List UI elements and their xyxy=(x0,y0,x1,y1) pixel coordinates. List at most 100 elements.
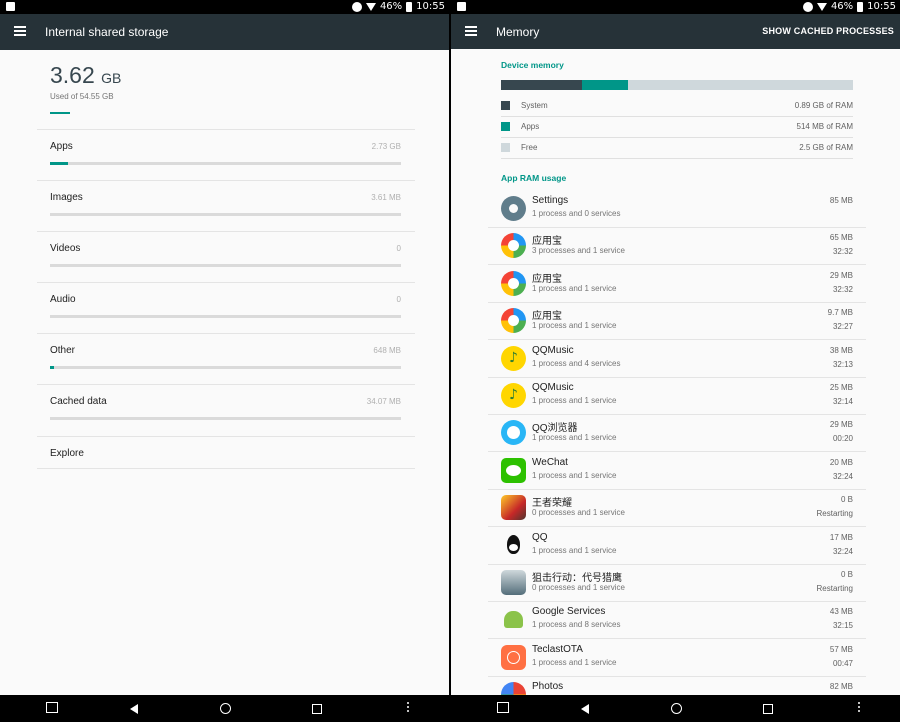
category-progress-bar xyxy=(50,366,401,369)
page-title: Memory xyxy=(496,25,540,39)
app-name: QQMusic xyxy=(532,344,574,356)
storage-category-other[interactable]: Other 648 MB xyxy=(37,333,415,384)
app-time: 00:47 xyxy=(832,658,853,668)
dnd-icon xyxy=(351,1,362,12)
qqmusic-icon: ♪ xyxy=(501,345,526,371)
app-ram-row[interactable]: 应用宝 1 process and 1 service 29 MB 32:32 xyxy=(488,266,866,303)
used-value: 3.62 xyxy=(50,62,95,88)
menu-icon[interactable] xyxy=(14,26,26,36)
more-icon[interactable] xyxy=(401,702,415,715)
app-processes: 1 process and 1 service xyxy=(532,433,617,443)
app-ram-row[interactable]: 狙击行动：代号猎鹰 0 processes and 1 service 0 B Res… xyxy=(488,565,866,602)
category-progress-fill xyxy=(50,366,54,369)
app-ram-row[interactable]: 王者荣耀 0 processes and 1 service 0 B Restarti… xyxy=(488,490,866,528)
used-of-total: Used of 54.55 GB xyxy=(50,92,114,101)
app-ram-row[interactable]: QQ浏览器 1 process and 1 service 29 MB 00:20 xyxy=(488,415,866,453)
explore-item[interactable]: Explore xyxy=(37,436,415,469)
back-icon[interactable] xyxy=(130,704,138,714)
app-memory: 29 MB xyxy=(829,270,853,280)
screenshot-icon[interactable] xyxy=(46,702,58,713)
app-ram-row[interactable]: WeChat 1 process and 1 service 20 MB 32:24 xyxy=(488,453,866,490)
legend-label: Apps xyxy=(521,122,540,131)
storage-category-audio[interactable]: Audio 0 xyxy=(37,282,415,333)
qqbrowser-icon xyxy=(501,420,526,446)
used-unit: GB xyxy=(101,70,122,86)
app-time: 32:24 xyxy=(832,471,853,481)
clock: 10:55 xyxy=(867,1,896,12)
home-icon[interactable] xyxy=(220,703,231,714)
app-time: 32:32 xyxy=(832,247,853,257)
screenshot-icon[interactable] xyxy=(497,702,509,713)
home-icon[interactable] xyxy=(671,703,682,714)
wifi-icon xyxy=(816,2,827,11)
category-size: 648 MB xyxy=(373,346,401,355)
wechat-icon xyxy=(501,457,526,483)
settings-icon xyxy=(501,196,526,221)
storage-category-apps[interactable]: Apps 2.73 GB xyxy=(37,129,415,180)
battery-icon xyxy=(857,1,864,12)
app-memory: 29 MB xyxy=(829,420,853,430)
category-label: Audio xyxy=(50,294,76,305)
app-name: TeclastOTA xyxy=(532,643,583,655)
category-label: Images xyxy=(50,192,83,203)
memory-usage-bar xyxy=(501,80,853,90)
storage-category-images[interactable]: Images 3.61 MB xyxy=(37,180,415,231)
category-label: Videos xyxy=(50,243,81,254)
app-ram-row[interactable]: ♪ QQMusic 1 process and 1 service 25 MB 32:1… xyxy=(488,378,866,415)
storage-screen: 46% 10:55 Internal shared storage 3.62 G… xyxy=(0,0,449,722)
memory-legend-free: Free 2.5 GB of RAM xyxy=(501,138,853,159)
legend-value: 0.89 GB of RAM xyxy=(794,101,853,110)
explore-label: Explore xyxy=(50,448,84,459)
app-ram-row[interactable]: Settings 1 process and 0 services 85 MB xyxy=(488,191,866,228)
app-ram-row[interactable]: Google Services 1 process and 8 services 4… xyxy=(488,602,866,640)
device-memory-heading: Device memory xyxy=(501,60,564,70)
app-processes: 3 processes and 1 service xyxy=(532,246,625,256)
app-time: 32:15 xyxy=(832,621,853,631)
menu-icon[interactable] xyxy=(465,26,477,36)
app-processes: 1 process and 8 services xyxy=(532,620,621,630)
app-name: Photos xyxy=(532,681,564,693)
app-time: 00:20 xyxy=(832,434,853,444)
app-processes: 1 process and 1 service xyxy=(532,321,617,331)
app-memory: 0 B xyxy=(840,495,853,505)
storage-category-cached-data[interactable]: Cached data 34.07 MB xyxy=(37,384,415,435)
app-ram-row[interactable]: ♪ QQMusic 1 process and 4 services 38 MB 32:… xyxy=(488,341,866,378)
app-time: 32:24 xyxy=(832,546,853,556)
app-bar: Memory SHOW CACHED PROCESSES xyxy=(451,14,900,49)
recents-icon[interactable] xyxy=(763,704,773,714)
app-name: 应用宝 xyxy=(532,311,562,323)
app-name: 狙击行动：代号猎鹰 xyxy=(532,573,622,584)
qq-icon xyxy=(501,532,526,558)
notification-icon xyxy=(457,2,466,11)
app-name: Settings xyxy=(532,195,569,206)
category-size: 34.07 MB xyxy=(366,397,401,406)
teclast-icon xyxy=(501,644,526,670)
storage-category-videos[interactable]: Videos 0 xyxy=(37,231,415,282)
app-ram-row[interactable]: 应用宝 3 processes and 1 service 65 MB 32:32 xyxy=(488,228,866,266)
status-bar: 46% 10:55 xyxy=(0,0,449,14)
legend-swatch xyxy=(501,101,510,110)
app-ram-row[interactable]: TeclastOTA 1 process and 1 service 57 MB 00… xyxy=(488,640,866,677)
back-icon[interactable] xyxy=(581,704,589,714)
show-cached-processes-button[interactable]: SHOW CACHED PROCESSES xyxy=(762,26,894,36)
app-processes: 1 process and 0 services xyxy=(532,209,621,218)
category-label: Other xyxy=(50,345,76,356)
app-name: Google Services xyxy=(532,606,606,618)
qqmusic-icon: ♪ xyxy=(501,383,526,408)
yyb-icon xyxy=(501,308,526,334)
page-title: Internal shared storage xyxy=(45,25,169,39)
app-memory: 57 MB xyxy=(829,644,853,654)
legend-label: System xyxy=(521,101,548,110)
legend-value: 2.5 GB of RAM xyxy=(799,143,853,152)
app-processes: 1 process and 4 services xyxy=(532,358,621,368)
app-processes: 1 process and 1 service xyxy=(532,545,617,555)
app-processes: 1 process and 1 service xyxy=(532,657,617,667)
category-size: 2.73 GB xyxy=(371,142,401,151)
app-ram-row[interactable]: 应用宝 1 process and 1 service 9.7 MB 32:27 xyxy=(488,303,866,341)
battery-percent: 46% xyxy=(379,1,403,12)
app-time: 32:27 xyxy=(832,322,853,332)
more-icon[interactable] xyxy=(852,702,866,715)
recents-icon[interactable] xyxy=(312,704,322,714)
memory-segment-free xyxy=(627,80,853,90)
app-ram-row[interactable]: QQ 1 process and 1 service 17 MB 32:24 xyxy=(488,528,866,565)
